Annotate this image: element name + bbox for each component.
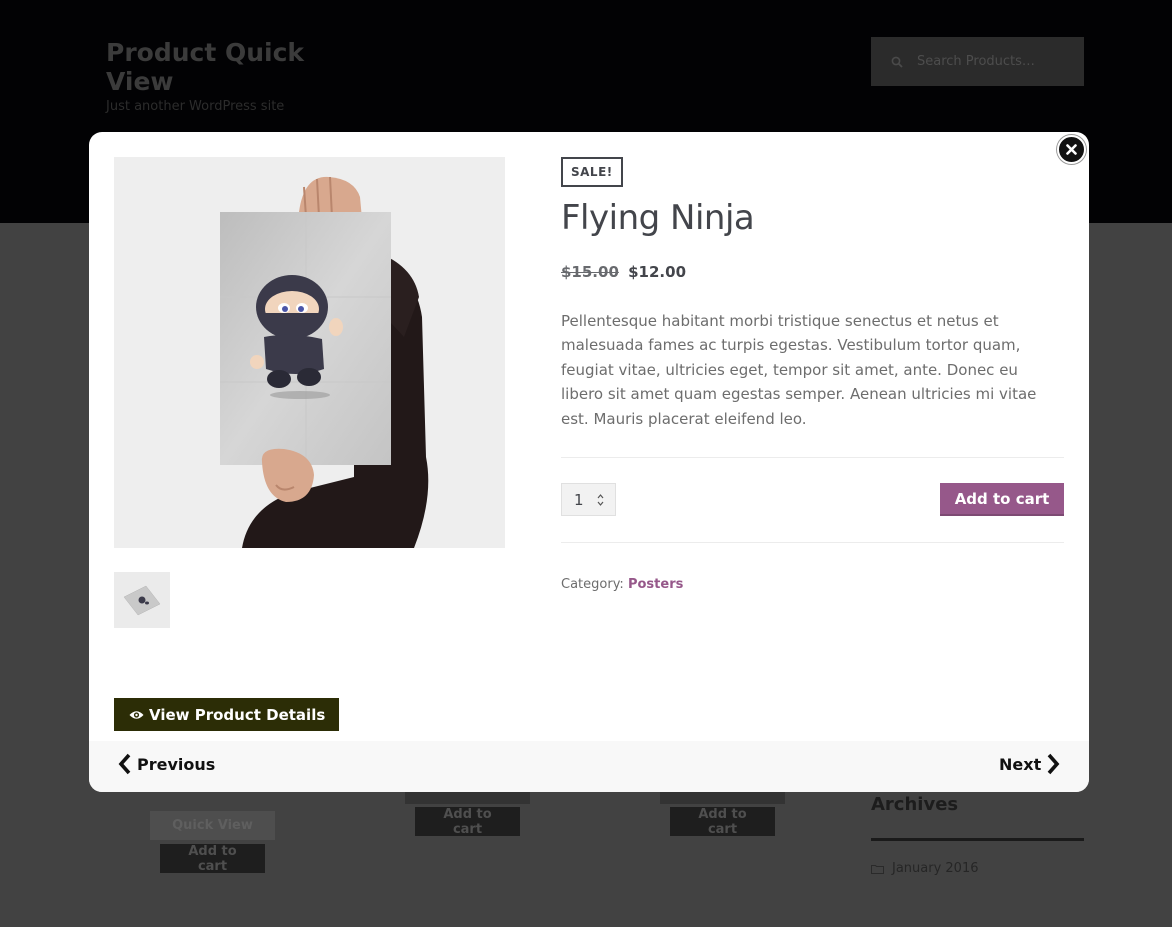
previous-label: Previous xyxy=(137,754,216,774)
quick-view-label: Quick View xyxy=(172,818,253,833)
search-icon xyxy=(891,56,903,68)
site-tagline: Just another WordPress site xyxy=(106,99,285,114)
next-label: Next xyxy=(999,754,1042,774)
add-to-cart-label: Add to cart xyxy=(443,806,492,837)
previous-product-button[interactable]: Previous xyxy=(118,752,215,776)
add-to-cart-button-bg[interactable]: Add to cart xyxy=(670,806,775,837)
quick-view-button[interactable]: Quick View xyxy=(150,811,275,840)
search-box[interactable] xyxy=(871,37,1084,86)
archive-item-label: January 2016 xyxy=(892,861,979,876)
folder-icon xyxy=(871,864,884,874)
product-card-strip xyxy=(405,790,530,804)
search-input[interactable] xyxy=(917,54,1067,69)
add-to-cart-button[interactable]: Add to cart xyxy=(940,483,1064,516)
product-price: $15.00 $12.00 xyxy=(561,263,686,281)
ninja-poster-image xyxy=(114,157,505,548)
site-title[interactable]: Product Quick View xyxy=(106,38,326,96)
quantity-stepper[interactable]: 1 xyxy=(561,483,616,516)
product-main-image[interactable] xyxy=(114,157,505,548)
divider xyxy=(561,457,1064,458)
product-thumbnail[interactable] xyxy=(114,572,170,628)
archives-divider xyxy=(871,838,1084,841)
add-to-cart-button-bg[interactable]: Add to cart xyxy=(160,843,265,874)
product-description: Pellentesque habitant morbi tristique se… xyxy=(561,312,1037,428)
modal-footer xyxy=(89,741,1089,792)
price-sale: $12.00 xyxy=(628,263,687,281)
thumbnail-image xyxy=(114,572,170,628)
chevron-left-icon xyxy=(118,753,131,775)
view-details-label: View Product Details xyxy=(149,705,326,724)
price-original: $15.00 xyxy=(561,263,619,281)
divider xyxy=(561,542,1064,543)
product-card-strip xyxy=(660,790,785,804)
archive-item[interactable]: January 2016 xyxy=(871,861,979,876)
category-link[interactable]: Posters xyxy=(628,577,683,592)
add-to-cart-button-bg[interactable]: Add to cart xyxy=(415,806,520,837)
eye-icon xyxy=(129,710,144,719)
next-product-button[interactable]: Next xyxy=(999,752,1060,776)
product-title: Flying Ninja xyxy=(561,198,755,238)
sale-badge: SALE! xyxy=(561,157,623,187)
category-label: Category: xyxy=(561,577,624,592)
quantity-value: 1 xyxy=(574,490,584,509)
close-button[interactable] xyxy=(1057,135,1086,164)
add-to-cart-label: Add to cart xyxy=(698,806,747,837)
spinner-arrows-icon[interactable] xyxy=(597,493,604,507)
chevron-right-icon xyxy=(1047,753,1060,775)
add-to-cart-label: Add to cart xyxy=(188,843,237,874)
product-category: Category: Posters xyxy=(561,577,683,592)
archives-title: Archives xyxy=(871,794,959,815)
close-icon xyxy=(1066,144,1077,155)
view-product-details-button[interactable]: View Product Details xyxy=(114,698,339,731)
